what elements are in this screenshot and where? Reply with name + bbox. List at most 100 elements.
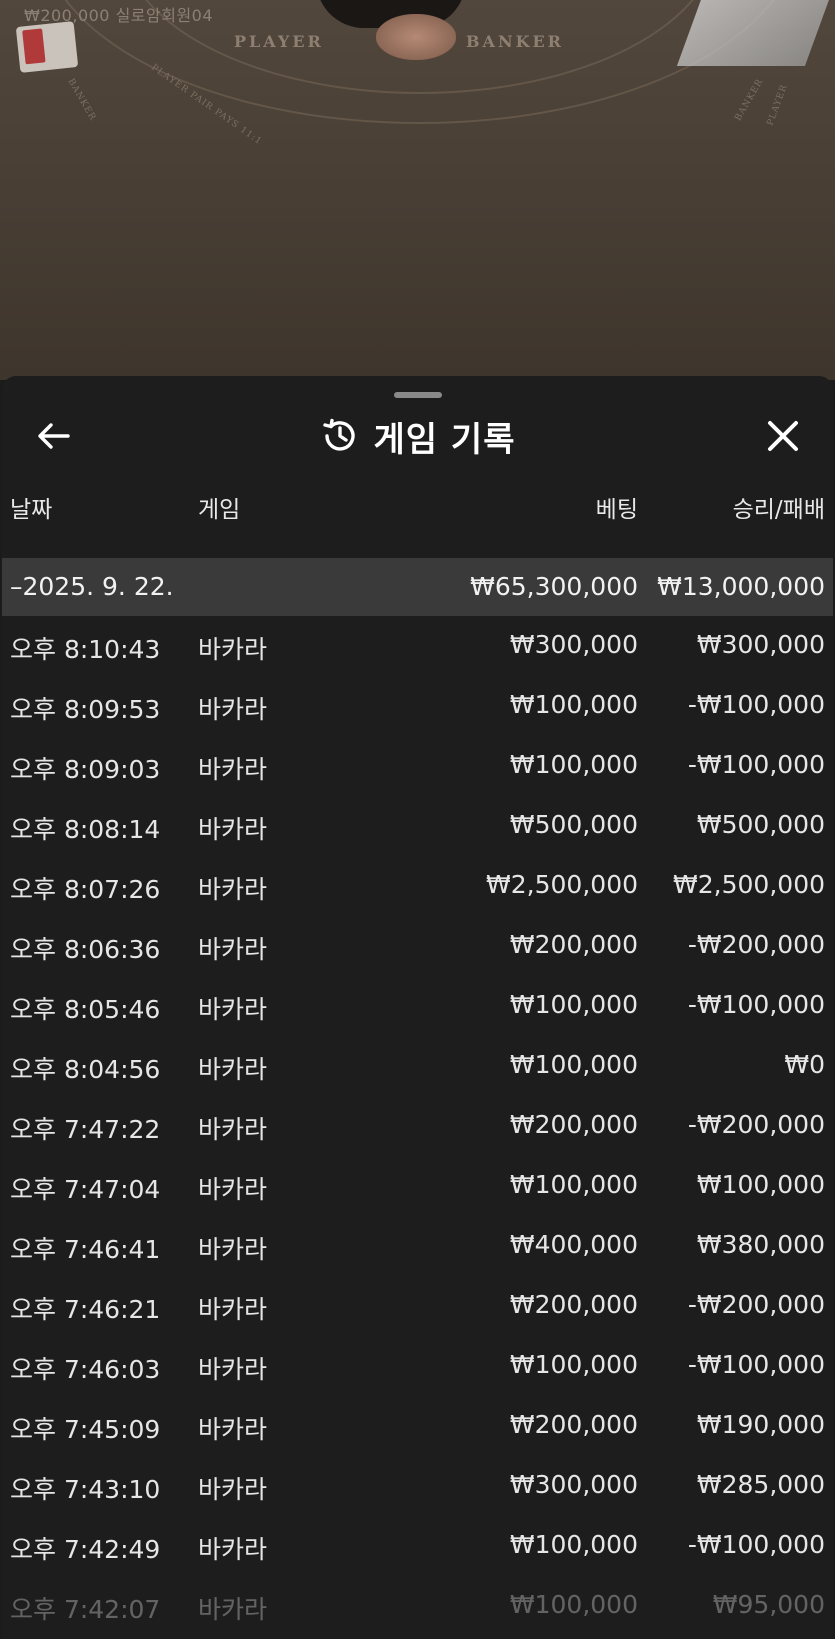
- row-result: -₩100,000: [687, 690, 825, 719]
- row-time: 오후 8:10:43: [10, 635, 161, 664]
- date-group-label: –2025. 9. 22.: [10, 572, 174, 601]
- row-game: 바카라: [198, 1355, 268, 1384]
- column-header-bet: 베팅: [595, 497, 638, 523]
- sheet-drag-handle[interactable]: [394, 392, 442, 398]
- row-bet: ₩100,000: [509, 1350, 638, 1379]
- history-row[interactable]: 오후 8:04:56 바카라 ₩100,000 ₩0: [2, 1036, 833, 1096]
- row-result: ₩2,500,000: [673, 870, 825, 899]
- row-game: 바카라: [198, 1415, 268, 1444]
- row-game: 바카라: [198, 1175, 268, 1204]
- row-time: 오후 8:08:14: [10, 815, 161, 844]
- column-header-win-loss: 승리/패배: [732, 497, 825, 523]
- row-bet: ₩500,000: [509, 810, 638, 839]
- table-side-label: BANKER: [65, 77, 98, 123]
- history-row[interactable]: 오후 7:42:07 바카라 ₩100,000 ₩95,000: [2, 1576, 833, 1636]
- history-row[interactable]: 오후 7:43:10 바카라 ₩300,000 ₩285,000: [2, 1456, 833, 1516]
- row-game: 바카라: [198, 635, 268, 664]
- history-row[interactable]: 오후 7:46:21 바카라 ₩200,000 -₩200,000: [2, 1276, 833, 1336]
- row-game: 바카라: [198, 1595, 268, 1624]
- row-time: 오후 7:46:41: [10, 1235, 161, 1264]
- sheet-title-group: 게임 기록: [2, 414, 833, 460]
- row-time: 오후 7:45:09: [10, 1415, 161, 1444]
- row-time: 오후 7:42:07: [10, 1595, 161, 1624]
- row-result: ₩380,000: [696, 1230, 825, 1259]
- row-bet: ₩100,000: [509, 690, 638, 719]
- row-result: -₩200,000: [687, 930, 825, 959]
- history-row[interactable]: 오후 8:08:14 바카라 ₩500,000 ₩500,000: [2, 796, 833, 856]
- row-game: 바카라: [198, 935, 268, 964]
- table-info-text: ₩200,000 실로암회원04: [24, 6, 214, 25]
- row-time: 오후 7:47:04: [10, 1175, 161, 1204]
- row-time: 오후 8:07:26: [10, 875, 161, 904]
- date-group-row[interactable]: –2025. 9. 22. ₩65,300,000 ₩13,000,000: [2, 558, 833, 616]
- row-bet: ₩100,000: [509, 990, 638, 1019]
- row-game: 바카라: [198, 995, 268, 1024]
- history-clock-icon: [320, 416, 360, 456]
- history-row[interactable]: 오후 8:09:03 바카라 ₩100,000 -₩100,000: [2, 736, 833, 796]
- history-row[interactable]: 오후 8:09:53 바카라 ₩100,000 -₩100,000: [2, 676, 833, 736]
- live-table-background: ₩200,000 실로암회원04 PLAYER BANKER BANKER PL…: [0, 0, 835, 380]
- row-result: ₩300,000: [696, 630, 825, 659]
- row-time: 오후 8:05:46: [10, 995, 161, 1024]
- row-result: ₩95,000: [712, 1590, 825, 1619]
- row-bet: ₩300,000: [509, 630, 638, 659]
- row-bet: ₩100,000: [509, 1590, 638, 1619]
- row-result: -₩100,000: [687, 1530, 825, 1559]
- row-bet: ₩200,000: [509, 1410, 638, 1439]
- history-list: 오후 8:10:43 바카라 ₩300,000 ₩300,000 오후 8:09…: [2, 616, 833, 1636]
- row-time: 오후 7:42:49: [10, 1535, 161, 1564]
- row-time: 오후 8:04:56: [10, 1055, 161, 1084]
- table-banker-label: BANKER: [466, 32, 564, 51]
- row-bet: ₩2,500,000: [486, 870, 638, 899]
- row-bet: ₩300,000: [509, 1470, 638, 1499]
- table-side-label: PLAYER: [765, 82, 790, 128]
- history-row[interactable]: 오후 8:05:46 바카라 ₩100,000 -₩100,000: [2, 976, 833, 1036]
- table-side-label: BANKER: [733, 77, 766, 123]
- history-row[interactable]: 오후 7:45:09 바카라 ₩200,000 ₩190,000: [2, 1396, 833, 1456]
- row-game: 바카라: [198, 1055, 268, 1084]
- column-header-date: 날짜: [10, 497, 53, 523]
- row-time: 오후 7:43:10: [10, 1475, 161, 1504]
- date-group-win-total: ₩13,000,000: [657, 572, 825, 601]
- row-result: -₩100,000: [687, 1350, 825, 1379]
- row-result: -₩200,000: [687, 1110, 825, 1139]
- row-game: 바카라: [198, 695, 268, 724]
- history-row[interactable]: 오후 7:46:41 바카라 ₩400,000 ₩380,000: [2, 1216, 833, 1276]
- history-row[interactable]: 오후 8:06:36 바카라 ₩200,000 -₩200,000: [2, 916, 833, 976]
- row-bet: ₩100,000: [509, 750, 638, 779]
- close-icon: [766, 419, 800, 453]
- history-row[interactable]: 오후 7:47:22 바카라 ₩200,000 -₩200,000: [2, 1096, 833, 1156]
- table-header: 날짜 게임 베팅 승리/패배: [2, 476, 833, 534]
- row-bet: ₩200,000: [509, 1110, 638, 1139]
- history-row[interactable]: 오후 7:42:49 바카라 ₩100,000 -₩100,000: [2, 1516, 833, 1576]
- row-result: ₩190,000: [696, 1410, 825, 1439]
- row-result: -₩100,000: [687, 990, 825, 1019]
- row-time: 오후 7:46:21: [10, 1295, 161, 1324]
- close-button[interactable]: [761, 414, 805, 458]
- history-row[interactable]: 오후 8:10:43 바카라 ₩300,000 ₩300,000: [2, 616, 833, 676]
- row-game: 바카라: [198, 1295, 268, 1324]
- row-game: 바카라: [198, 1475, 268, 1504]
- date-group-bet-total: ₩65,300,000: [470, 572, 638, 601]
- history-row[interactable]: 오후 7:46:03 바카라 ₩100,000 -₩100,000: [2, 1336, 833, 1396]
- row-result: -₩200,000: [687, 1290, 825, 1319]
- row-bet: ₩100,000: [509, 1170, 638, 1199]
- row-bet: ₩200,000: [509, 1290, 638, 1319]
- row-game: 바카라: [198, 1115, 268, 1144]
- row-time: 오후 8:09:53: [10, 695, 161, 724]
- row-result: ₩0: [784, 1050, 825, 1079]
- table-player-label: PLAYER: [234, 32, 324, 51]
- dealer-hands: [376, 14, 456, 60]
- row-bet: ₩100,000: [509, 1050, 638, 1079]
- history-row[interactable]: 오후 7:47:04 바카라 ₩100,000 ₩100,000: [2, 1156, 833, 1216]
- row-time: 오후 8:06:36: [10, 935, 161, 964]
- history-row[interactable]: 오후 8:07:26 바카라 ₩2,500,000 ₩2,500,000: [2, 856, 833, 916]
- row-result: ₩100,000: [696, 1170, 825, 1199]
- row-time: 오후 7:46:03: [10, 1355, 161, 1384]
- sheet-header: 게임 기록: [2, 400, 833, 470]
- row-bet: ₩200,000: [509, 930, 638, 959]
- discard-tray: [676, 0, 832, 66]
- column-header-game: 게임: [198, 497, 241, 523]
- row-result: -₩100,000: [687, 750, 825, 779]
- row-time: 오후 8:09:03: [10, 755, 161, 784]
